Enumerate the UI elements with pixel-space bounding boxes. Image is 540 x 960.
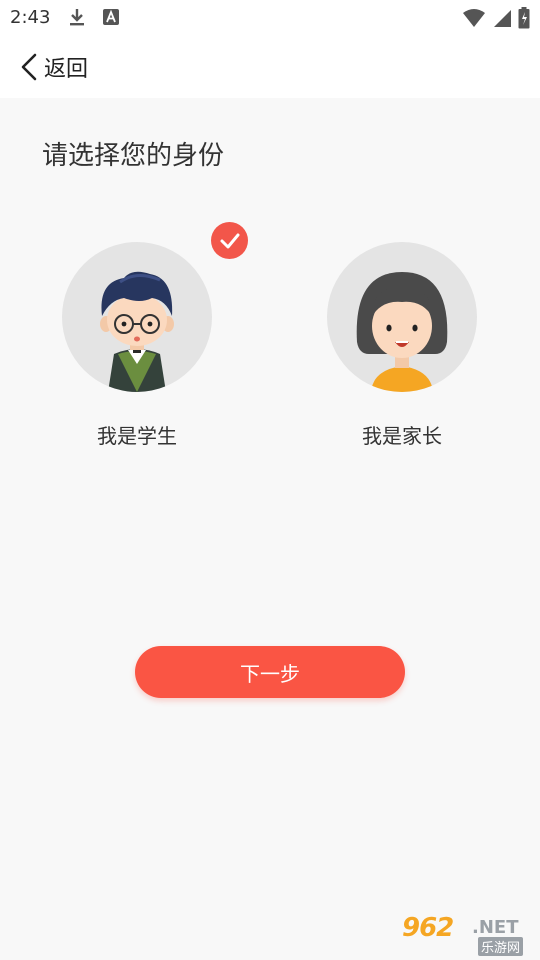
role-student-label: 我是学生	[97, 424, 177, 448]
signal-icon	[494, 10, 511, 27]
watermark-domain: .NET	[472, 917, 519, 938]
student-avatar	[62, 242, 212, 392]
selected-check-badge	[211, 222, 248, 259]
student-illustration	[100, 271, 174, 392]
checkmark-icon	[220, 233, 239, 248]
app-header: 返回	[0, 36, 540, 98]
chevron-left-icon	[21, 53, 37, 81]
download-icon	[70, 9, 84, 26]
role-parent-option[interactable]: 我是家长	[327, 242, 477, 449]
parent-illustration	[356, 272, 448, 392]
wifi-icon	[463, 9, 485, 27]
status-bar: 2:43	[0, 0, 540, 36]
watermark-sub: 乐游网	[478, 937, 524, 956]
page-title: 请选择您的身份	[42, 141, 225, 171]
back-label: 返回	[44, 57, 89, 82]
parent-avatar	[327, 242, 477, 392]
status-indicators	[462, 7, 530, 29]
app-a-icon	[103, 9, 119, 25]
role-parent-label: 我是家长	[362, 424, 442, 448]
status-time: 2:43	[10, 7, 51, 28]
watermark-number: 962	[402, 913, 454, 943]
next-step-button[interactable]: 下一步	[135, 646, 405, 698]
battery-icon	[518, 7, 530, 29]
role-student-option[interactable]: 我是学生	[62, 242, 212, 449]
site-watermark: 962 .NET 乐游网	[402, 913, 536, 956]
back-button[interactable]: 返回	[18, 50, 88, 84]
